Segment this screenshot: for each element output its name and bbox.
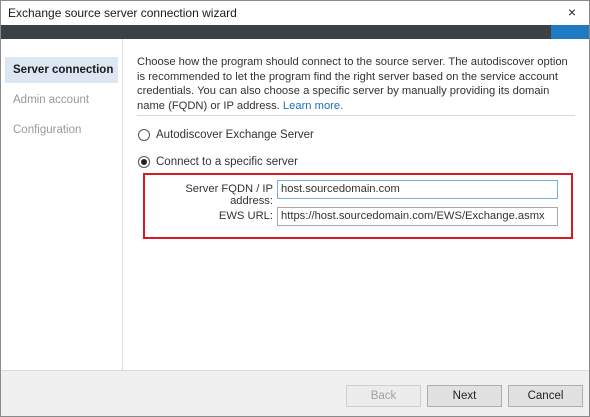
sidebar-item-configuration: Configuration [13, 124, 82, 136]
wizard-footer: Back Next Cancel [1, 370, 589, 416]
title-bar: Exchange source server connection wizard… [1, 1, 589, 25]
cancel-button[interactable]: Cancel [508, 385, 583, 407]
wizard-window: Exchange source server connection wizard… [0, 0, 590, 417]
autodiscover-option[interactable]: Autodiscover Exchange Server [138, 127, 314, 143]
ews-url-label: EWS URL: [218, 210, 273, 222]
window-title: Exchange source server connection wizard [8, 6, 237, 20]
header-band [1, 25, 589, 39]
description-text: Choose how the program should connect to… [137, 55, 577, 113]
back-button[interactable]: Back [346, 385, 421, 407]
next-button[interactable]: Next [427, 385, 502, 407]
specific-server-label[interactable]: Connect to a specific server [156, 156, 298, 168]
autodiscover-label[interactable]: Autodiscover Exchange Server [156, 129, 314, 141]
specific-server-option[interactable]: Connect to a specific server [138, 154, 298, 170]
description-body: Choose how the program should connect to… [137, 56, 568, 112]
radio-button-specific-server[interactable] [138, 156, 150, 168]
main-content: Choose how the program should connect to… [124, 39, 588, 370]
close-icon[interactable]: × [563, 3, 581, 21]
ews-url-input[interactable]: https://host.sourcedomain.com/EWS/Exchan… [277, 207, 558, 226]
fqdn-row: Server FQDN / IP address: host.sourcedom… [124, 180, 588, 207]
sidebar-item-server-connection[interactable]: Server connection [5, 57, 118, 83]
ews-url-row: EWS URL: https://host.sourcedomain.com/E… [124, 207, 588, 227]
radio-button-autodiscover[interactable] [138, 129, 150, 141]
learn-more-link[interactable]: Learn more. [283, 100, 343, 112]
wizard-steps-sidebar: Server connection Admin account Configur… [1, 39, 123, 370]
sidebar-item-admin-account: Admin account [13, 94, 90, 106]
divider [137, 115, 575, 116]
fqdn-input[interactable]: host.sourcedomain.com [277, 180, 558, 199]
fqdn-label: Server FQDN / IP address: [185, 183, 273, 207]
accent-strip [551, 25, 589, 39]
